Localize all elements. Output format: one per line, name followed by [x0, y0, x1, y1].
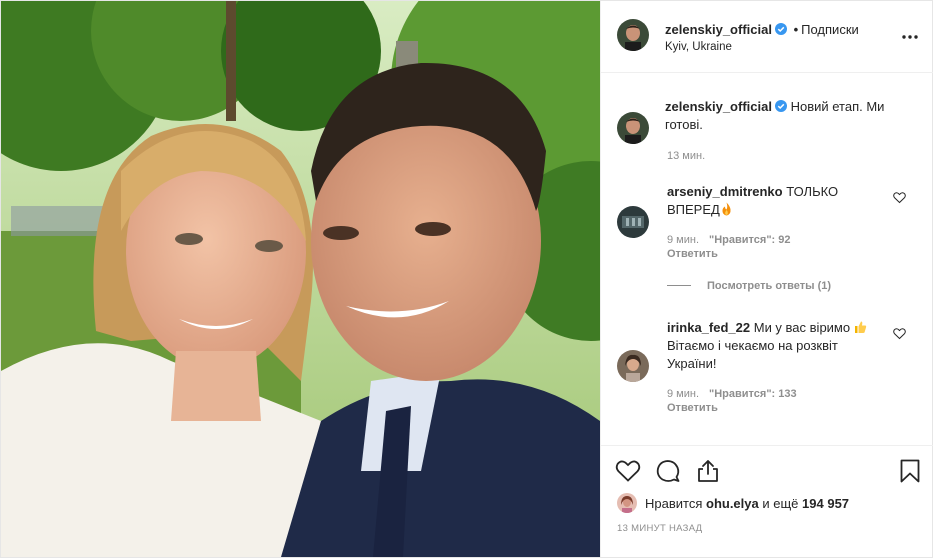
post-caption: zelenskiy_official Новий етап. Ми готові…	[665, 98, 895, 134]
post-timestamp[interactable]: 13 МИНУТ НАЗАД	[617, 523, 702, 534]
likes-prefix: Нравится	[645, 496, 703, 511]
comment-meta: 9 мин. "Нравится": 92	[667, 234, 790, 246]
comment-icon[interactable]	[655, 458, 681, 484]
likes-user[interactable]: ohu.elya	[706, 496, 759, 511]
comment-avatar[interactable]	[617, 206, 649, 238]
more-options-icon[interactable]	[901, 31, 919, 41]
reply-button[interactable]: Ответить	[667, 248, 718, 260]
verified-badge-icon	[774, 23, 787, 35]
reply-button[interactable]: Ответить	[667, 402, 718, 414]
comment-likes[interactable]: "Нравится": 92	[709, 234, 790, 246]
caption-username[interactable]: zelenskiy_official	[665, 99, 772, 114]
like-icon[interactable]	[615, 458, 641, 484]
fire-emoji-icon	[720, 202, 733, 216]
caption-avatar[interactable]	[617, 112, 649, 144]
author-avatar[interactable]	[617, 19, 649, 51]
bookmark-icon[interactable]	[897, 458, 923, 484]
view-replies-label: Посмотреть ответы (1)	[707, 280, 832, 292]
post-location[interactable]: Kyiv, Ukraine	[665, 41, 732, 53]
caption-time[interactable]: 13 мин.	[667, 150, 705, 162]
comment-likes[interactable]: "Нравится": 133	[709, 388, 797, 400]
view-replies-line	[667, 285, 691, 286]
comment-username[interactable]: arseniy_dmitrenko	[667, 184, 783, 199]
comment-meta: 9 мин. "Нравится": 133	[667, 388, 797, 400]
verified-badge-icon	[774, 99, 787, 112]
post-header: zelenskiy_official • Подписки Kyiv, Ukrai…	[601, 1, 933, 73]
likes-summary: Нравится ohu.elya и ещё 194 957	[645, 496, 849, 511]
post-photo[interactable]	[1, 1, 600, 557]
post-photo-image	[1, 1, 600, 557]
like-comment-icon[interactable]	[893, 191, 906, 204]
view-replies-button[interactable]: Посмотреть ответы (1)	[667, 280, 831, 292]
author-line: zelenskiy_official • Подписки	[665, 22, 859, 37]
likes-connector: и ещё	[762, 496, 799, 511]
comment: irinka_fed_22 Ми у вас віримо Вітаємо і …	[667, 319, 882, 373]
liker-avatar[interactable]	[617, 493, 637, 513]
share-icon[interactable]	[695, 458, 721, 484]
comment-text-continued: Вітаємо і чекаємо на розквіт України!	[667, 338, 838, 371]
post-actions: Нравится ohu.elya и ещё 194 957 13 МИНУТ…	[601, 445, 933, 558]
likes-count[interactable]: 194 957	[802, 496, 849, 511]
post-side-panel: zelenskiy_official • Подписки Kyiv, Ukrai…	[600, 1, 933, 558]
author-username[interactable]: zelenskiy_official	[665, 22, 772, 37]
comment-time[interactable]: 9 мин.	[667, 388, 699, 400]
comment-username[interactable]: irinka_fed_22	[667, 320, 750, 335]
comment-time[interactable]: 9 мин.	[667, 234, 699, 246]
following-button[interactable]: Подписки	[801, 22, 859, 37]
separator-dot: •	[793, 22, 799, 37]
comment-avatar[interactable]	[617, 350, 649, 382]
comment: arseniy_dmitrenko ТОЛЬКО ВПЕРЕД	[667, 183, 877, 219]
thumbs-up-emoji-icon	[854, 320, 867, 334]
comment-text: Ми у вас віримо	[753, 320, 851, 335]
instagram-post: zelenskiy_official • Подписки Kyiv, Ukrai…	[0, 0, 933, 558]
like-comment-icon[interactable]	[893, 327, 906, 340]
